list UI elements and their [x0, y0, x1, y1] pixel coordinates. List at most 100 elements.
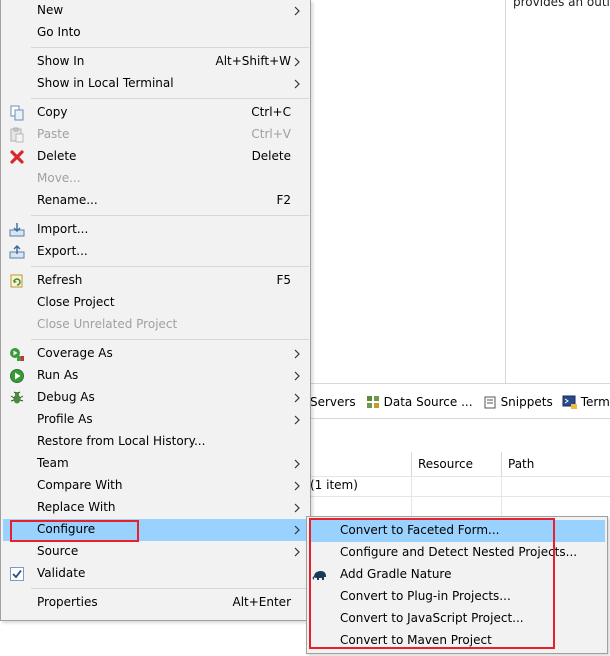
menu-item-label: Import...	[37, 222, 89, 236]
menu-item-label: Debug As	[37, 390, 95, 404]
checkbox-checked-icon	[10, 567, 24, 581]
menu-separator	[31, 215, 309, 216]
menu-item-label: Configure	[37, 522, 96, 536]
menu-item-configure[interactable]: Configure	[3, 519, 309, 541]
menu-item-label: New	[37, 3, 64, 17]
data-source-icon	[366, 396, 379, 408]
submenu-item-convert-to-javascript-project[interactable]: Convert to JavaScript Project...	[309, 608, 605, 630]
tab-servers[interactable]: Servers	[310, 395, 356, 409]
menu-item-label: Properties	[37, 595, 98, 609]
chevron-right-icon	[294, 349, 300, 359]
submenu-item-label: Convert to JavaScript Project...	[340, 611, 524, 625]
submenu-item-convert-to-maven-project[interactable]: Convert to Maven Project	[309, 630, 605, 652]
chevron-right-icon	[294, 79, 300, 89]
submenu-item-label: Configure and Detect Nested Projects...	[340, 545, 578, 559]
menu-item-import[interactable]: Import...	[3, 219, 309, 241]
submenu-item-add-gradle-nature[interactable]: Add Gradle Nature	[309, 564, 605, 586]
tab-terminal[interactable]: Terminal	[562, 394, 610, 410]
menu-item-copy[interactable]: Copy Ctrl+C	[3, 102, 309, 124]
chevron-right-icon	[294, 481, 300, 491]
menu-item-replace-with[interactable]: Replace With	[3, 497, 309, 519]
menu-item-label: Export...	[37, 244, 88, 258]
menu-item-export[interactable]: Export...	[3, 241, 309, 263]
menu-separator	[31, 98, 309, 99]
submenu-item-configure-and-detect-nested-projects[interactable]: Configure and Detect Nested Projects...	[309, 542, 605, 564]
menu-item-label: Coverage As	[37, 346, 113, 360]
menu-item-label: Run As	[37, 368, 79, 382]
menu-item-close-project[interactable]: Close Project	[3, 292, 309, 314]
menu-item-show-in[interactable]: Show In Alt+Shift+W	[3, 51, 309, 73]
menu-item-compare-with[interactable]: Compare With	[3, 475, 309, 497]
menu-item-label: Replace With	[37, 500, 116, 514]
menu-item-shortcut: Delete	[251, 149, 291, 163]
submenu-item-label: Convert to Maven Project	[340, 633, 492, 647]
menu-item-validate[interactable]: Validate	[3, 563, 309, 585]
menu-item-show-in-local-terminal[interactable]: Show in Local Terminal	[3, 73, 309, 95]
menu-separator	[31, 339, 309, 340]
menu-item-shortcut: F5	[276, 273, 291, 287]
snippets-icon	[484, 396, 496, 409]
menu-item-profile-as[interactable]: Profile As	[3, 409, 309, 431]
configure-submenu: Convert to Faceted Form... Configure and…	[306, 516, 608, 654]
gradle-elephant-icon	[312, 571, 326, 580]
menu-item-label: Source	[37, 544, 79, 558]
menu-item-properties[interactable]: Properties Alt+Enter	[3, 592, 309, 614]
menu-item-label: Show In	[37, 54, 85, 68]
view-tab-strip: Servers Data Source ... Snippets Termina…	[310, 390, 610, 414]
menu-item-refresh[interactable]: Refresh F5	[3, 270, 309, 292]
chevron-right-icon	[294, 393, 300, 403]
export-icon	[9, 245, 25, 259]
editor-divider	[310, 383, 506, 384]
chevron-right-icon	[294, 503, 300, 513]
menu-item-label: Copy	[37, 105, 68, 119]
paste-icon	[10, 127, 24, 143]
debug-icon	[10, 391, 24, 404]
chevron-right-icon	[294, 547, 300, 557]
menu-item-label: Close Project	[37, 295, 115, 309]
tab-data-source[interactable]: Data Source ...	[365, 394, 473, 410]
tab-label-servers: Servers	[310, 395, 356, 409]
menu-item-label: Validate	[37, 566, 86, 580]
menu-item-delete[interactable]: Delete Delete	[3, 146, 309, 168]
menu-item-source[interactable]: Source	[3, 541, 309, 563]
tab-snippets[interactable]: Snippets	[482, 394, 553, 410]
tab-strip-border	[310, 418, 610, 419]
submenu-item-convert-to-faceted-form[interactable]: Convert to Faceted Form...	[309, 520, 605, 542]
menu-item-rename[interactable]: Rename... F2	[3, 190, 309, 212]
menu-item-label: Rename...	[37, 193, 98, 207]
context-menu: New Go Into Show In Alt+Shift+W Show in …	[0, 0, 311, 621]
refresh-icon	[10, 274, 23, 288]
menu-item-team[interactable]: Team	[3, 453, 309, 475]
submenu-item-label: Convert to Plug-in Projects...	[340, 589, 511, 603]
menu-item-label: Show in Local Terminal	[37, 76, 174, 90]
table-item-count[interactable]: (1 item)	[310, 478, 358, 492]
chevron-right-icon	[294, 459, 300, 469]
menu-item-label: Go Into	[37, 25, 81, 39]
menu-item-move[interactable]: Move...	[3, 168, 309, 190]
import-icon	[9, 223, 25, 237]
menu-item-paste[interactable]: Paste Ctrl+V	[3, 124, 309, 146]
menu-item-new[interactable]: New	[3, 0, 309, 22]
table-row-line	[310, 496, 610, 497]
menu-item-run-as[interactable]: Run As	[3, 365, 309, 387]
menu-item-coverage-as[interactable]: Coverage As	[3, 343, 309, 365]
menu-item-label: Refresh	[37, 273, 83, 287]
table-header-line	[310, 476, 610, 477]
coverage-icon	[10, 348, 24, 361]
menu-item-restore-from-local-history[interactable]: Restore from Local History...	[3, 431, 309, 453]
menu-item-go-into[interactable]: Go Into	[3, 22, 309, 44]
copy-icon	[10, 105, 24, 121]
menu-item-shortcut: Ctrl+V	[251, 127, 291, 141]
tab-label-snippets: Snippets	[500, 395, 553, 409]
menu-item-close-unrelated-project[interactable]: Close Unrelated Project	[3, 314, 309, 336]
submenu-item-convert-to-plug-in-projects[interactable]: Convert to Plug-in Projects...	[309, 586, 605, 608]
menu-item-label: Delete	[37, 149, 77, 163]
submenu-item-label: Add Gradle Nature	[340, 567, 452, 581]
column-header-path[interactable]: Path	[501, 452, 610, 476]
menu-item-debug-as[interactable]: Debug As	[3, 387, 309, 409]
menu-separator	[31, 47, 309, 48]
outline-panel-text: provides an outline	[513, 0, 610, 9]
submenu-item-label: Convert to Faceted Form...	[340, 523, 500, 537]
menu-item-label: Close Unrelated Project	[37, 317, 178, 331]
column-header-resource[interactable]: Resource	[411, 452, 501, 476]
